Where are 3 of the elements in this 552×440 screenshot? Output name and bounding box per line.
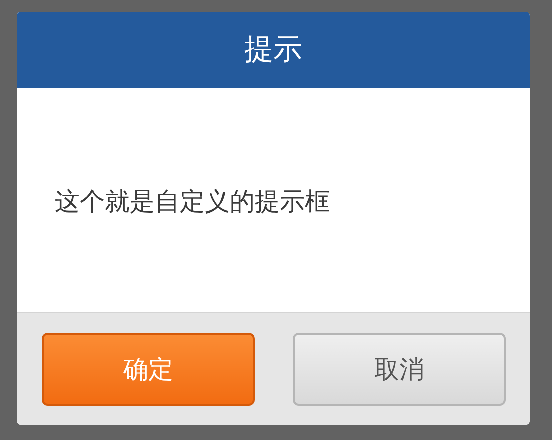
dialog-title: 提示	[244, 31, 302, 68]
cancel-button[interactable]: 取消	[293, 333, 506, 406]
dialog-message: 这个就是自定义的提示框	[55, 186, 330, 218]
